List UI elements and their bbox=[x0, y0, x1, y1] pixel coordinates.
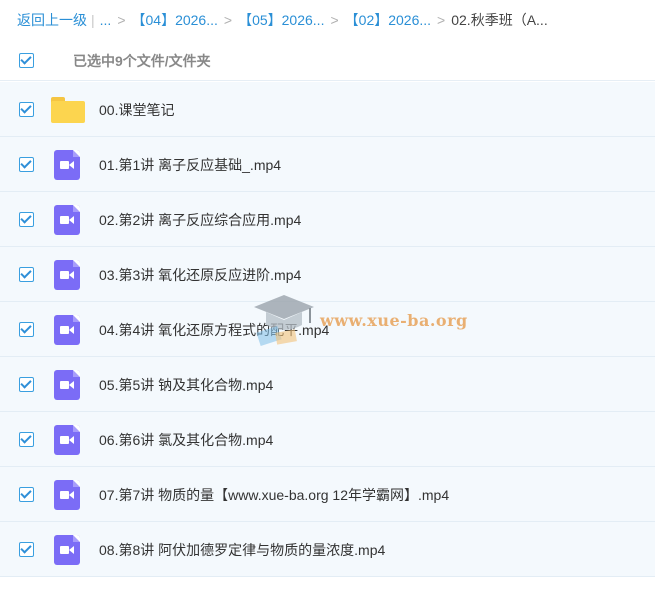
video-file-icon bbox=[54, 535, 80, 565]
list-item[interactable]: 05.第5讲 钠及其化合物.mp4 bbox=[0, 357, 655, 412]
video-file-icon bbox=[54, 205, 80, 235]
file-name[interactable]: 00.课堂笔记 bbox=[99, 100, 174, 120]
list-item[interactable]: 03.第3讲 氧化还原反应进阶.mp4 bbox=[0, 247, 655, 302]
row-checkbox[interactable] bbox=[19, 267, 34, 282]
video-file-icon bbox=[54, 370, 80, 400]
file-name[interactable]: 02.第2讲 离子反应综合应用.mp4 bbox=[99, 210, 301, 230]
video-file-icon bbox=[54, 260, 80, 290]
video-file-icon bbox=[54, 425, 80, 455]
list-item[interactable]: 02.第2讲 离子反应综合应用.mp4 bbox=[0, 192, 655, 247]
selection-count: 已选中9个文件/文件夹 bbox=[73, 52, 211, 69]
file-name[interactable]: 07.第7讲 物质的量【www.xue-ba.org 12年学霸网】.mp4 bbox=[99, 485, 449, 505]
row-checkbox[interactable] bbox=[19, 487, 34, 502]
row-checkbox[interactable] bbox=[19, 432, 34, 447]
video-file-icon bbox=[54, 480, 80, 510]
file-name[interactable]: 08.第8讲 阿伏加德罗定律与物质的量浓度.mp4 bbox=[99, 540, 385, 560]
selection-bar: 已选中9个文件/文件夹 bbox=[0, 41, 655, 81]
video-file-icon bbox=[54, 150, 80, 180]
back-link[interactable]: 返回上一级 bbox=[17, 10, 87, 30]
list-item[interactable]: 06.第6讲 氯及其化合物.mp4 bbox=[0, 412, 655, 467]
file-name[interactable]: 03.第3讲 氧化还原反应进阶.mp4 bbox=[99, 265, 301, 285]
video-file-icon bbox=[54, 315, 80, 345]
breadcrumb-item[interactable]: 【05】2026... bbox=[238, 10, 324, 30]
list-item[interactable]: 07.第7讲 物质的量【www.xue-ba.org 12年学霸网】.mp4 bbox=[0, 467, 655, 522]
file-name[interactable]: 05.第5讲 钠及其化合物.mp4 bbox=[99, 375, 273, 395]
list-item[interactable]: 04.第4讲 氧化还原方程式的配平.mp4 bbox=[0, 302, 655, 357]
breadcrumb-item[interactable]: 【02】2026... bbox=[345, 10, 431, 30]
list-item[interactable]: 08.第8讲 阿伏加德罗定律与物质的量浓度.mp4 bbox=[0, 522, 655, 577]
list-item[interactable]: 01.第1讲 离子反应基础_.mp4 bbox=[0, 137, 655, 192]
breadcrumb-current: 02.秋季班（A... bbox=[451, 12, 548, 28]
breadcrumb-ellipsis[interactable]: ... bbox=[100, 12, 112, 28]
row-checkbox[interactable] bbox=[19, 542, 34, 557]
file-name[interactable]: 06.第6讲 氯及其化合物.mp4 bbox=[99, 430, 273, 450]
folder-icon bbox=[51, 97, 85, 123]
row-checkbox[interactable] bbox=[19, 157, 34, 172]
breadcrumb-item[interactable]: 【04】2026... bbox=[132, 10, 218, 30]
row-checkbox[interactable] bbox=[19, 102, 34, 117]
select-all-checkbox[interactable] bbox=[19, 53, 34, 68]
chevron-right-icon: > bbox=[117, 12, 126, 28]
chevron-right-icon: > bbox=[437, 12, 446, 28]
file-list: 00.课堂笔记 01.第1讲 离子反应基础_.mp4 02.第2讲 离子反应综合… bbox=[0, 82, 655, 577]
file-name[interactable]: 01.第1讲 离子反应基础_.mp4 bbox=[99, 155, 281, 175]
list-item[interactable]: 00.课堂笔记 bbox=[0, 82, 655, 137]
row-checkbox[interactable] bbox=[19, 322, 34, 337]
breadcrumb-divider: | bbox=[91, 12, 95, 28]
row-checkbox[interactable] bbox=[19, 377, 34, 392]
file-name[interactable]: 04.第4讲 氧化还原方程式的配平.mp4 bbox=[99, 320, 329, 340]
row-checkbox[interactable] bbox=[19, 212, 34, 227]
chevron-right-icon: > bbox=[330, 12, 339, 28]
breadcrumb: 返回上一级 | ... > 【04】2026... > 【05】2026... … bbox=[0, 0, 655, 40]
chevron-right-icon: > bbox=[223, 12, 233, 28]
